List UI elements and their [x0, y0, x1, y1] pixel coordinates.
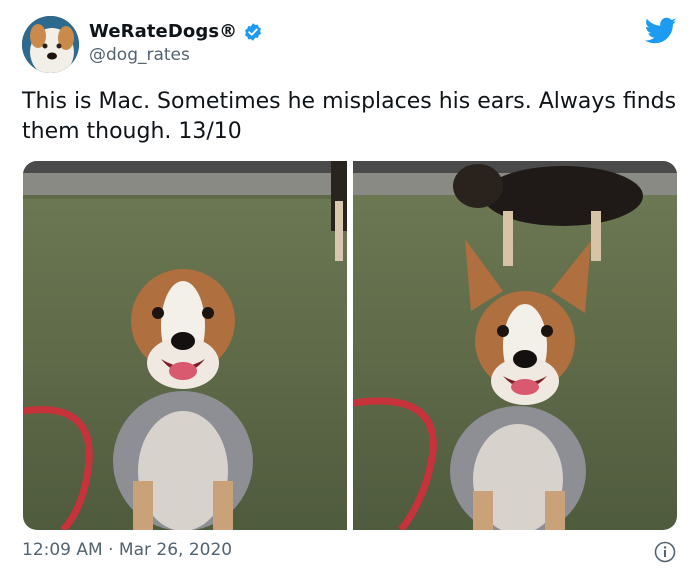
author-handle[interactable]: @dog_rates	[89, 45, 190, 65]
photo-dog-ears-down[interactable]	[23, 161, 347, 530]
tweet-text: This is Mac. Sometimes he misplaces his …	[22, 89, 677, 144]
timestamp-separator: ·	[108, 540, 114, 560]
avatar[interactable]	[22, 16, 79, 73]
tweet-timestamp[interactable]: 12:09 AM · Mar 26, 2020	[22, 540, 232, 560]
avatar-image	[22, 16, 79, 73]
twitter-bird-icon[interactable]	[645, 17, 677, 45]
info-icon[interactable]	[654, 541, 676, 563]
tweet-time[interactable]: 12:09 AM	[22, 540, 103, 560]
dog-photo-left	[23, 161, 347, 530]
dog-photo-right	[353, 161, 677, 530]
author-name-row[interactable]: WeRateDogs®	[89, 21, 263, 42]
tweet-card: WeRateDogs® @dog_rates This is Mac. Some…	[0, 0, 700, 579]
display-name[interactable]: WeRateDogs®	[89, 21, 237, 42]
photo-dog-ears-up[interactable]	[353, 161, 677, 530]
verified-badge-icon	[245, 22, 262, 41]
tweet-media[interactable]	[23, 161, 677, 530]
tweet-date[interactable]: Mar 26, 2020	[119, 540, 232, 560]
